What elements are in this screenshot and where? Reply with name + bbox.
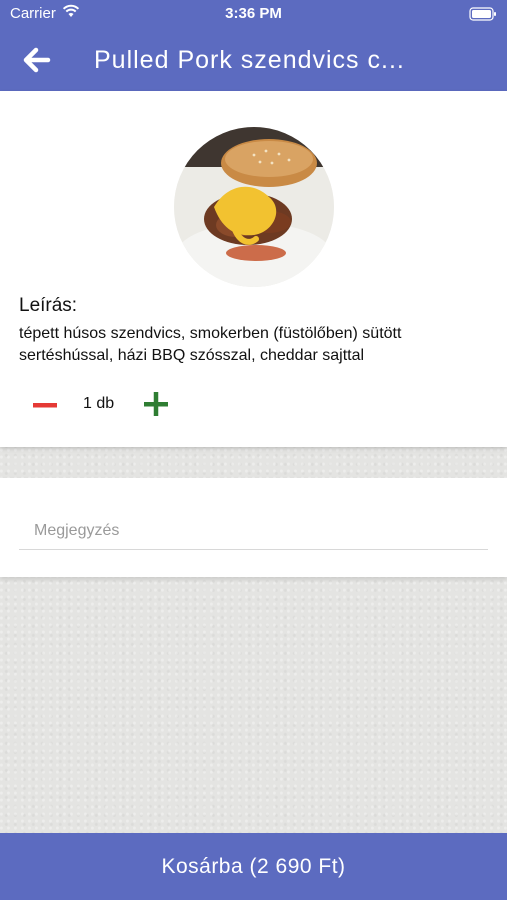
add-to-cart-button[interactable]: Kosárba (2 690 Ft): [0, 833, 507, 900]
description-label: Leírás:: [19, 295, 78, 316]
page-title: Pulled Pork szendvics c...: [94, 46, 405, 74]
status-time: 3:36 PM: [225, 5, 282, 22]
note-input[interactable]: [19, 512, 488, 550]
description-text: tépett húsos szendvics, smokerben (füstö…: [19, 325, 402, 364]
back-arrow-icon[interactable]: [22, 46, 52, 74]
battery-icon: [469, 7, 497, 25]
increase-quantity-button[interactable]: [143, 391, 169, 417]
note-card: [0, 478, 507, 577]
decrease-quantity-button[interactable]: [32, 393, 58, 417]
quantity-stepper: 1 db: [0, 387, 507, 423]
status-bar: Carrier 3:36 PM: [0, 0, 507, 28]
app-bar: Pulled Pork szendvics c...: [0, 28, 507, 91]
product-photo: [174, 127, 334, 287]
add-to-cart-label: Kosárba (2 690 Ft): [161, 854, 346, 878]
quantity-value: 1 db: [83, 395, 115, 412]
product-card: Leírás: tépett húsos szendvics, smokerbe…: [0, 91, 507, 447]
